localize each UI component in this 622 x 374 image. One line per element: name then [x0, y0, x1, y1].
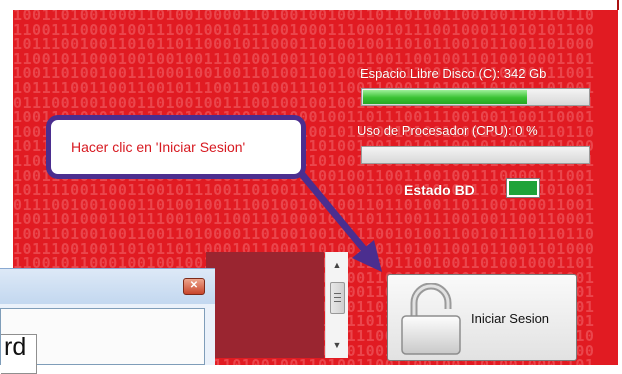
padlock-icon	[401, 283, 461, 355]
app-screen: 1001101001000110100100001101001001001101…	[0, 0, 622, 374]
login-button-label: Iniciar Sesion	[471, 311, 550, 326]
login-button[interactable]: Iniciar Sesion	[387, 274, 577, 361]
arrow-shaft	[297, 169, 371, 257]
